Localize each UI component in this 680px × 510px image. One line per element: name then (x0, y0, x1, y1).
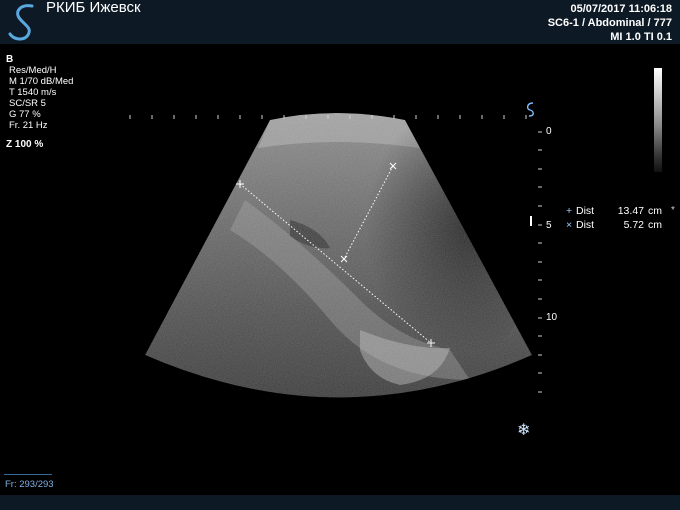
grayscale-bar (654, 68, 662, 172)
probe-orientation-icon (526, 102, 534, 117)
measurement-row: + Dist 13.47 cm (566, 205, 662, 217)
depth-ruler (538, 131, 542, 393)
scan-sector (145, 113, 532, 398)
measurement-unit: cm (648, 219, 662, 231)
bottom-bar (0, 495, 680, 510)
depth-label: 10 (546, 312, 558, 323)
focus-marker[interactable] (530, 216, 532, 226)
snowflake-icon[interactable]: ❄ (517, 420, 530, 440)
measurement-value: 13.47 (617, 205, 644, 217)
measurement-marker: * (671, 205, 675, 216)
x-caliper-icon: × (566, 219, 573, 231)
cine-progress-bar[interactable] (4, 471, 52, 475)
lateral-ruler (129, 115, 527, 119)
measurement-unit: cm (648, 205, 662, 217)
measurement-row: × Dist 5.72 cm (566, 219, 662, 231)
measurement-label: Dist (576, 219, 595, 231)
frame-counter: Fr: 293/293 (5, 479, 54, 490)
depth-label: 0 (546, 126, 552, 137)
depth-label: 5 (546, 220, 552, 231)
measurement-value: 5.72 (623, 219, 644, 231)
measurement-label: Dist (576, 205, 595, 217)
ultrasound-image (129, 102, 542, 398)
plus-caliper-icon: + (566, 205, 573, 217)
